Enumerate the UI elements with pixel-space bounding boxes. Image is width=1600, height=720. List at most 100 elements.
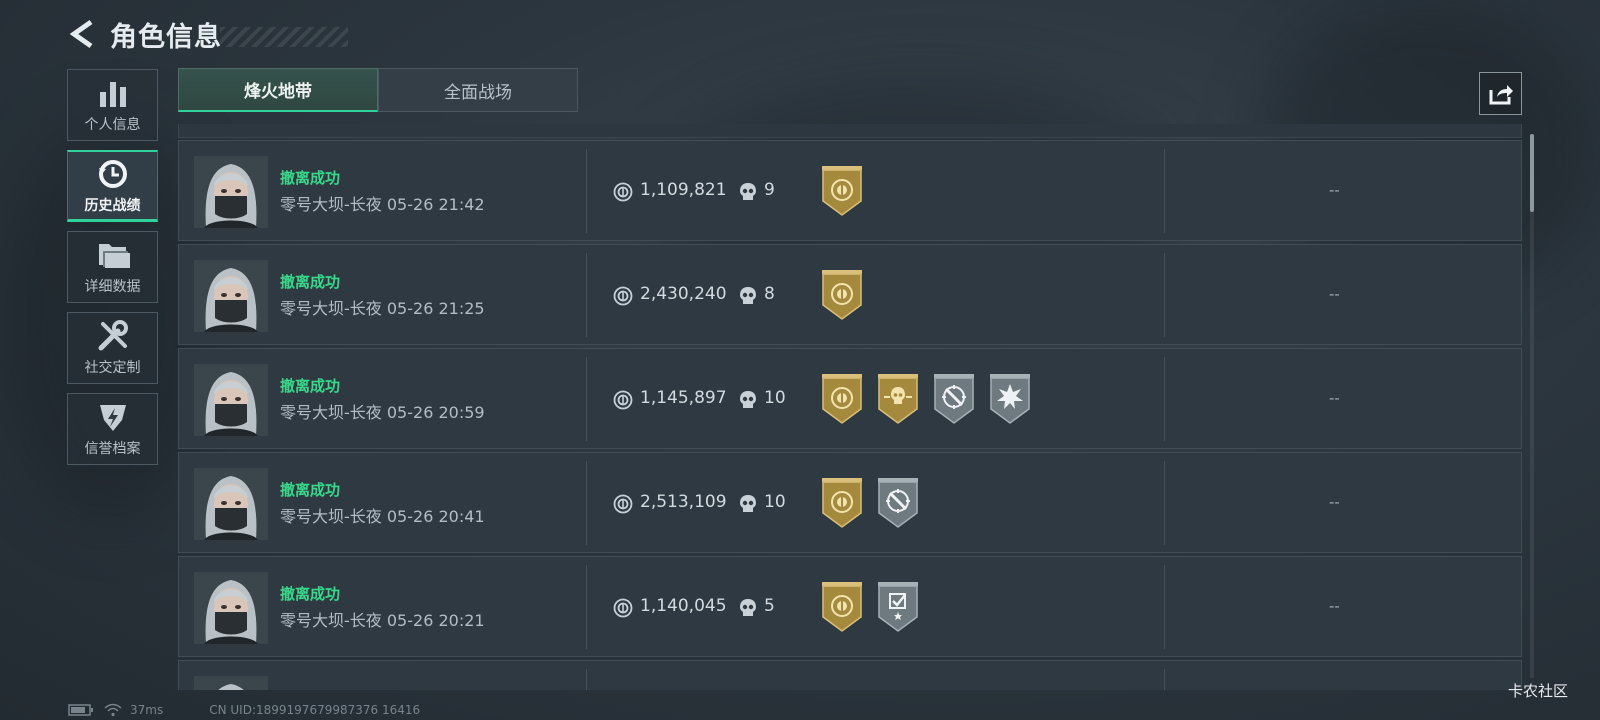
avatar — [194, 156, 268, 228]
match-row[interactable]: 撤离成功 零号大坝-长夜 05-26 20:21 1,140,045 5 -- — [178, 556, 1522, 657]
gold-skull-badge[interactable] — [876, 373, 920, 425]
sidebar-item-personal-info[interactable]: 个人信息 — [67, 69, 158, 141]
avatar — [194, 676, 268, 690]
skull-icon — [739, 598, 757, 618]
value-amount: 2,513,109 — [640, 492, 727, 512]
avatar — [194, 260, 268, 332]
value-amount: 1,140,045 — [640, 596, 727, 616]
title-decoration — [220, 27, 348, 47]
sidebar-item-social-custom[interactable]: 社交定制 — [67, 312, 158, 384]
tab-beacon-zone[interactable]: 烽火地带 — [178, 68, 378, 112]
match-subline: 零号大坝-长夜 05-26 20:21 — [280, 607, 485, 631]
gold-crest-badge[interactable] — [820, 269, 864, 321]
scrollbar[interactable] — [1530, 134, 1534, 678]
kill-count: 10 — [764, 388, 786, 408]
skull-icon — [739, 494, 757, 514]
gold-crest-badge[interactable] — [820, 165, 864, 217]
skull-icon — [739, 390, 757, 410]
skull-icon — [739, 286, 757, 306]
page-header: 角色信息 — [68, 14, 348, 54]
column-divider — [586, 149, 587, 233]
gold-crest-badge[interactable] — [820, 373, 864, 425]
match-history-list: 撤离成功 零号大坝-长夜 05-26 21:42 1,109,821 9 -- … — [178, 124, 1522, 690]
match-time: 05-26 20:41 — [386, 507, 485, 526]
crosshair-badge[interactable] — [876, 477, 920, 529]
extra-value: -- — [1329, 389, 1340, 407]
column-divider — [586, 669, 587, 690]
match-time: 05-26 21:42 — [386, 195, 485, 214]
wifi-icon — [104, 703, 122, 717]
match-subline: 零号大坝-长夜 05-26 20:41 — [280, 503, 485, 527]
match-subline: 零号大坝-长夜 05-26 21:25 — [280, 295, 485, 319]
map-name: 零号大坝-长夜 — [280, 403, 382, 422]
match-time: 05-26 20:59 — [386, 403, 485, 422]
back-arrow-icon[interactable] — [68, 18, 96, 50]
kill-count: 8 — [764, 284, 775, 304]
column-divider — [1164, 669, 1165, 690]
extract-status: 撤离成功 — [280, 585, 341, 603]
sidebar-item-label: 详细数据 — [84, 279, 141, 295]
battery-icon — [68, 704, 93, 716]
extract-status: 撤离成功 — [280, 273, 341, 291]
currency-icon — [613, 494, 633, 514]
checklist-badge[interactable] — [876, 581, 920, 633]
page-title: 角色信息 — [110, 21, 222, 53]
map-name: 零号大坝-长夜 — [280, 507, 382, 526]
column-divider — [1164, 461, 1165, 545]
skull-icon — [739, 182, 757, 202]
lightning-shield-icon — [99, 405, 126, 431]
map-name: 零号大坝-长夜 — [280, 299, 382, 318]
match-row[interactable]: 撤离成功 零号大坝-长夜 05-26 20:41 2,513,109 10 -- — [178, 452, 1522, 553]
sidebar-item-label: 个人信息 — [84, 117, 141, 133]
extra-value: -- — [1329, 493, 1340, 511]
sidebar: 个人信息 历史战绩 详细数据 社交定制 信誉档案 — [67, 69, 158, 474]
sidebar-item-label: 历史战绩 — [84, 197, 141, 214]
match-row[interactable]: 撤离成功 零号大坝-长夜 05-26 21:25 2,430,240 8 -- — [178, 244, 1522, 345]
currency-icon — [613, 598, 633, 618]
sidebar-item-label: 社交定制 — [84, 360, 141, 376]
currency-icon — [613, 182, 633, 202]
badge-list — [820, 581, 920, 633]
match-row[interactable]: 撤离成功 零号大坝-长夜 05-26 21:42 1,109,821 9 -- — [178, 140, 1522, 241]
sidebar-item-match-history[interactable]: 历史战绩 — [67, 150, 158, 222]
kill-count: 5 — [764, 596, 775, 616]
crosshair-badge[interactable] — [932, 373, 976, 425]
match-time: 05-26 20:21 — [386, 611, 485, 630]
extra-value: -- — [1329, 285, 1340, 303]
explosion-badge[interactable] — [988, 373, 1032, 425]
bar-chart-icon — [99, 82, 126, 107]
tab-full-battlefield[interactable]: 全面战场 — [378, 68, 578, 112]
scroll-thumb[interactable] — [1530, 134, 1534, 212]
column-divider — [1164, 149, 1165, 233]
value-amount: 1,109,821 — [640, 180, 727, 200]
match-subline: 零号大坝-长夜 05-26 20:59 — [280, 399, 485, 423]
list-top-edge — [178, 124, 1522, 138]
tools-icon — [98, 320, 128, 351]
sidebar-item-label: 信誉档案 — [84, 441, 141, 457]
kill-count: 10 — [764, 492, 786, 512]
match-row-partial[interactable] — [178, 660, 1522, 690]
match-row[interactable]: 撤离成功 零号大坝-长夜 05-26 20:59 1,145,897 10 -- — [178, 348, 1522, 449]
folder-icon — [98, 244, 130, 268]
sidebar-item-credit-record[interactable]: 信誉档案 — [67, 393, 158, 465]
match-time: 05-26 21:25 — [386, 299, 485, 318]
match-subline: 零号大坝-长夜 05-26 21:42 — [280, 191, 485, 215]
extra-value: -- — [1329, 181, 1340, 199]
map-name: 零号大坝-长夜 — [280, 611, 382, 630]
map-name: 零号大坝-长夜 — [280, 195, 382, 214]
column-divider — [1164, 357, 1165, 441]
gold-crest-badge[interactable] — [820, 581, 864, 633]
badge-list — [820, 165, 864, 217]
status-bar: 37ms CN UID:1899197679987376 16416 — [68, 703, 420, 717]
uid-text: CN UID:1899197679987376 16416 — [209, 703, 421, 717]
gold-crest-badge[interactable] — [820, 477, 864, 529]
currency-icon — [613, 390, 633, 410]
share-button[interactable] — [1479, 72, 1522, 115]
column-divider — [1164, 565, 1165, 649]
badge-list — [820, 269, 864, 321]
badge-list — [820, 373, 1032, 425]
avatar — [194, 572, 268, 644]
sidebar-item-detailed-data[interactable]: 详细数据 — [67, 231, 158, 303]
extract-status: 撤离成功 — [280, 481, 341, 499]
value-amount: 2,430,240 — [640, 284, 727, 304]
